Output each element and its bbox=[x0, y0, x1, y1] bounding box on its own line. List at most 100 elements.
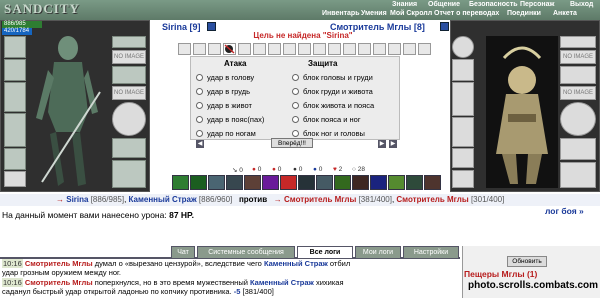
strip-slot[interactable] bbox=[208, 43, 221, 55]
attack-radio[interactable] bbox=[196, 130, 203, 137]
menu-duels[interactable]: Поединки bbox=[507, 10, 541, 17]
effect-icon[interactable] bbox=[352, 175, 369, 190]
menu-knowledge[interactable]: Знания bbox=[392, 1, 417, 8]
strip-slot[interactable] bbox=[388, 43, 401, 55]
armor-slot[interactable] bbox=[4, 113, 26, 147]
menu-communication[interactable]: Общение bbox=[428, 1, 460, 8]
effect-icon[interactable] bbox=[316, 175, 333, 190]
enemy-2-name[interactable]: Смотритель Мглы bbox=[396, 195, 468, 204]
defense-option[interactable]: блок ног и головы bbox=[303, 129, 365, 138]
strip-slot[interactable] bbox=[328, 43, 341, 55]
enemy-belt-slot[interactable] bbox=[452, 148, 474, 168]
chat-mention[interactable]: Каменный Страж bbox=[264, 259, 328, 268]
defense-radio[interactable] bbox=[292, 74, 299, 81]
next-arrow-icon[interactable]: ▶ bbox=[378, 140, 386, 148]
effect-icon[interactable] bbox=[190, 175, 207, 190]
strip-slot[interactable] bbox=[403, 43, 416, 55]
tab-settings[interactable]: Настройки bbox=[403, 246, 459, 258]
defense-radio[interactable] bbox=[292, 116, 299, 123]
effect-icon[interactable] bbox=[280, 175, 297, 190]
effect-icon[interactable] bbox=[370, 175, 387, 190]
strip-slot[interactable] bbox=[298, 43, 311, 55]
shield-slot[interactable] bbox=[112, 102, 146, 136]
boots-slot[interactable] bbox=[4, 171, 26, 187]
tab-chat[interactable]: Чат bbox=[171, 246, 195, 258]
menu-inventory[interactable]: Инвентарь bbox=[322, 10, 360, 17]
menu-my-scroll[interactable]: Мой Скролл bbox=[390, 10, 432, 17]
location-name[interactable]: Пещеры Мглы (1) bbox=[464, 269, 537, 279]
attack-radio[interactable] bbox=[196, 102, 203, 109]
refresh-button[interactable]: Обновить bbox=[507, 256, 547, 267]
enemy-helmet-slot[interactable] bbox=[452, 36, 474, 58]
effect-icon[interactable] bbox=[244, 175, 261, 190]
weapon-slot[interactable] bbox=[4, 82, 26, 112]
attack-option[interactable]: удар по ногам bbox=[207, 129, 256, 138]
chat-mention[interactable]: Каменный Страж bbox=[250, 278, 314, 287]
menu-skills[interactable]: Умения bbox=[361, 10, 387, 17]
attack-option[interactable]: удар в грудь bbox=[207, 87, 250, 96]
strip-slot[interactable] bbox=[343, 43, 356, 55]
enemy-boots-slot[interactable] bbox=[452, 170, 474, 188]
enemy-shield-slot[interactable] bbox=[560, 102, 596, 136]
chat-author[interactable]: Смотритель Мглы bbox=[25, 259, 93, 268]
strip-slot[interactable] bbox=[238, 43, 251, 55]
strip-slot[interactable] bbox=[358, 43, 371, 55]
defense-radio[interactable] bbox=[292, 102, 299, 109]
tab-system-messages[interactable]: Системные сообщения bbox=[197, 246, 295, 258]
effect-icon[interactable] bbox=[334, 175, 351, 190]
effect-icon[interactable] bbox=[406, 175, 423, 190]
enemy-earrings-slot[interactable] bbox=[560, 36, 596, 48]
strip-slot[interactable] bbox=[193, 43, 206, 55]
effect-icon[interactable] bbox=[226, 175, 243, 190]
attack-radio[interactable] bbox=[196, 116, 203, 123]
strip-slot[interactable] bbox=[253, 43, 266, 55]
empty-slot-2[interactable]: NO IMAGE bbox=[112, 86, 146, 100]
defense-option[interactable]: блок груди и живота bbox=[303, 87, 373, 96]
prev-arrow-icon[interactable]: ◀ bbox=[196, 140, 204, 148]
enemy-armor-slot[interactable] bbox=[452, 117, 474, 147]
enemy-empty-slot-2[interactable]: NO IMAGE bbox=[560, 86, 596, 100]
earrings-slot[interactable] bbox=[112, 36, 146, 48]
menu-security[interactable]: Безопасность bbox=[469, 1, 518, 8]
attack-option[interactable]: удар в голову bbox=[207, 73, 254, 82]
legs-slot[interactable] bbox=[112, 160, 146, 188]
defense-option[interactable]: блок живота и пояса bbox=[303, 101, 374, 110]
enemy-1-name[interactable]: Смотритель Мглы bbox=[284, 195, 356, 204]
attack-radio[interactable] bbox=[196, 88, 203, 95]
strip-slot[interactable] bbox=[268, 43, 281, 55]
enemy-amulet-slot[interactable] bbox=[452, 59, 474, 81]
strip-slot[interactable] bbox=[418, 43, 431, 55]
left-player-name[interactable]: Sirina [9] bbox=[162, 22, 201, 32]
tab-all-logs[interactable]: Все логи bbox=[297, 246, 353, 258]
rings-slot[interactable] bbox=[112, 66, 146, 84]
effect-icon[interactable] bbox=[298, 175, 315, 190]
enemy-weapon-slot[interactable] bbox=[452, 82, 474, 116]
enemy-legs-slot[interactable] bbox=[560, 162, 596, 188]
enemy-gloves-slot[interactable] bbox=[560, 138, 596, 160]
ally-1-name[interactable]: Sirina bbox=[66, 195, 88, 204]
skip-arrow-icon[interactable]: ▶ bbox=[389, 140, 397, 148]
effect-icon[interactable] bbox=[172, 175, 189, 190]
attack-radio[interactable] bbox=[196, 74, 203, 81]
strip-slot[interactable] bbox=[178, 43, 191, 55]
tab-my-logs[interactable]: Мои логи bbox=[355, 246, 401, 258]
strip-slot[interactable] bbox=[373, 43, 386, 55]
defense-option[interactable]: блок пояса и ног bbox=[303, 115, 361, 124]
menu-exit[interactable]: Выход bbox=[570, 1, 593, 8]
defense-option[interactable]: блок головы и груди bbox=[303, 73, 373, 82]
empty-slot-1[interactable]: NO IMAGE bbox=[112, 50, 146, 64]
enemy-empty-slot-1[interactable]: NO IMAGE bbox=[560, 50, 596, 64]
selected-target-icon[interactable] bbox=[223, 43, 236, 55]
enemy-rings-slot[interactable] bbox=[560, 66, 596, 84]
chat-author[interactable]: Смотритель Мглы bbox=[25, 278, 93, 287]
effect-icon[interactable] bbox=[262, 175, 279, 190]
menu-profile[interactable]: Анкета bbox=[553, 10, 577, 17]
strip-slot[interactable] bbox=[283, 43, 296, 55]
defense-radio[interactable] bbox=[292, 130, 299, 137]
attack-option[interactable]: удар в живот bbox=[207, 101, 252, 110]
defense-radio[interactable] bbox=[292, 88, 299, 95]
effect-icon[interactable] bbox=[208, 175, 225, 190]
amulet-slot[interactable] bbox=[4, 59, 26, 81]
menu-transfer-report[interactable]: Отчет о переводах bbox=[434, 10, 499, 17]
battle-log-link[interactable]: лог боя » bbox=[545, 206, 584, 216]
